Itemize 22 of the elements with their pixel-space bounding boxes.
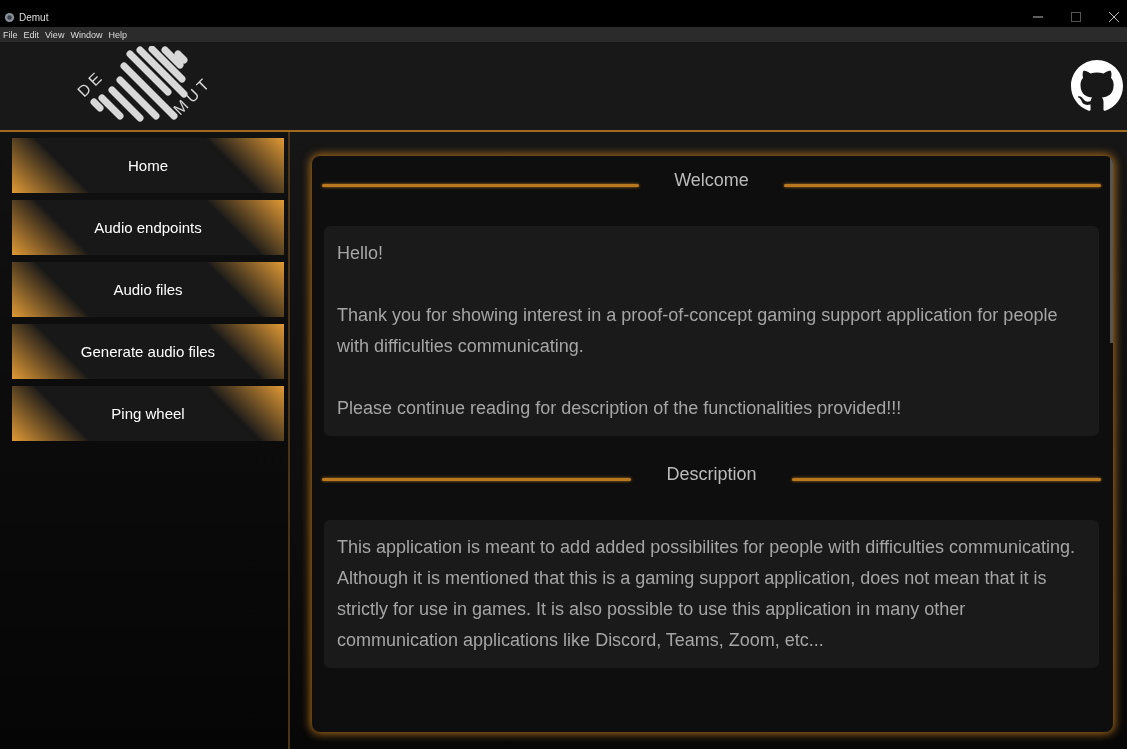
close-icon[interactable]: [1109, 12, 1119, 22]
sidebar-button[interactable]: Home: [12, 138, 284, 193]
menu-item[interactable]: View: [45, 29, 65, 40]
paragraph: Please continue reading for description of the functionalities provided!!!: [337, 397, 903, 420]
window-title: Demut: [19, 11, 49, 23]
menu-item[interactable]: File: [3, 29, 18, 40]
section-heading: Description: [665, 463, 758, 485]
menu-item[interactable]: Edit: [23, 29, 40, 40]
sidebar-button[interactable]: Ping wheel: [12, 386, 284, 441]
paragraph: This application is meant to add added possibilites for people with difficulties communicating. Although it is mentioned that this is a gaming support application, does not mean that it is strictly for use in games. It is also possible to use this application in many other communication applications like Discord, Teams, Zoom, etc...: [337, 536, 1077, 652]
paragraph: Thank you for showing interest in a proof-of-concept gaming support application for people with difficulties communicating.: [337, 304, 1059, 358]
sidebar-button[interactable]: Audio endpoints: [12, 200, 284, 255]
app-icon: [4, 11, 15, 23]
github-icon[interactable]: [1071, 60, 1123, 112]
section-heading: Welcome: [673, 169, 750, 191]
sidebar-button[interactable]: Audio files: [12, 262, 284, 317]
scrollbar[interactable]: [1110, 158, 1113, 343]
menu-item[interactable]: Window: [70, 29, 103, 40]
sidebar-button[interactable]: Generate audio files: [12, 324, 284, 379]
paragraph: Hello!: [337, 242, 385, 265]
menu-item[interactable]: Help: [108, 29, 127, 40]
maximize-icon[interactable]: [1071, 12, 1081, 22]
